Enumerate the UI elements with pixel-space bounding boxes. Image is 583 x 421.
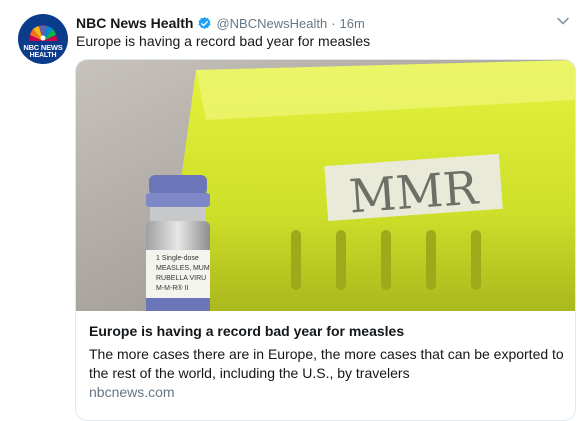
author-name[interactable]: NBC News Health — [76, 15, 193, 31]
card-image-mmr-label: MMR — [347, 160, 481, 223]
card-image[interactable]: MMR 1 Single-dose MEASLES, MUM RUBELLA V… — [76, 60, 575, 311]
tweet-timestamp[interactable]: 16m — [340, 16, 365, 31]
card-description: The more cases there are in Europe, the … — [89, 346, 564, 381]
tweet: NBC NEWS HEALTH NBC News Health @NBCNews… — [0, 0, 583, 421]
avatar[interactable]: NBC NEWS HEALTH — [18, 14, 68, 64]
header-separator: · — [331, 15, 336, 31]
avatar-label-line1: NBC NEWS — [23, 43, 63, 52]
link-card[interactable]: MMR 1 Single-dose MEASLES, MUM RUBELLA V… — [75, 59, 576, 421]
card-title[interactable]: Europe is having a record bad year for m… — [89, 323, 404, 339]
chevron-down-icon[interactable] — [555, 13, 571, 29]
verified-badge-icon — [198, 16, 212, 29]
vial-label-line3: RUBELLA VIRU — [156, 275, 206, 282]
vial-label-line1: 1 Single-dose — [156, 255, 199, 262]
vial-label-line4: M-M-R® II — [156, 284, 188, 292]
tweet-header: NBC News Health @NBCNewsHealth · 16m — [76, 13, 365, 33]
tweet-text: Europe is having a record bad year for m… — [76, 33, 371, 49]
author-handle[interactable]: @NBCNewsHealth — [216, 16, 327, 31]
card-domain: nbcnews.com — [89, 384, 175, 400]
avatar-label-line2: HEALTH — [29, 52, 57, 59]
vial-label-line2: MEASLES, MUM — [156, 265, 210, 272]
